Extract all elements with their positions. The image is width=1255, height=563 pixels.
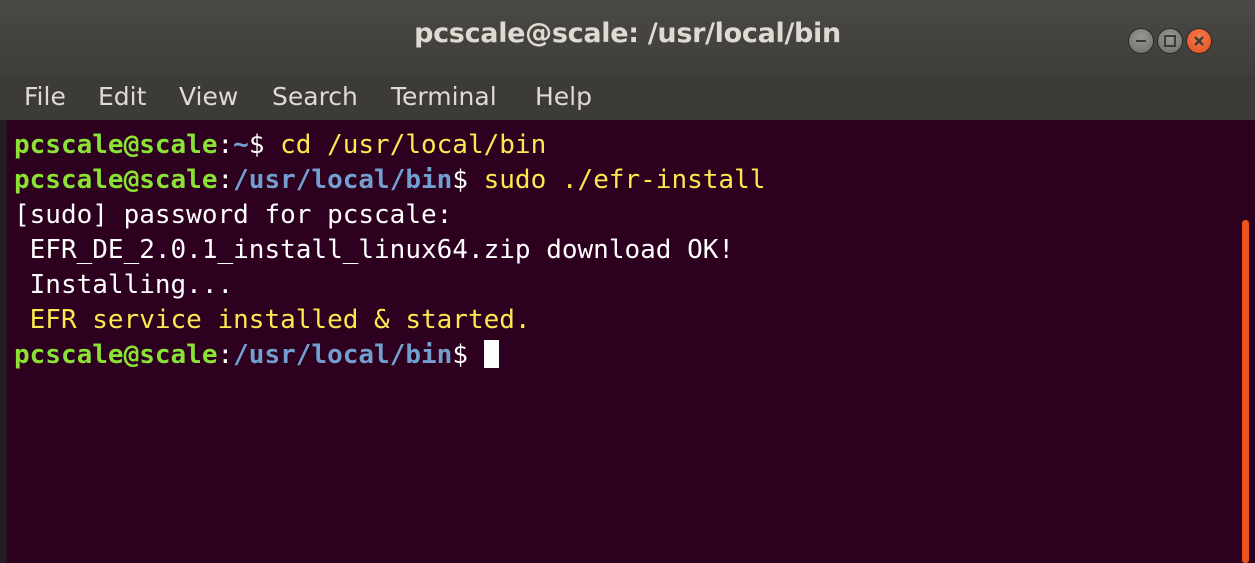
menu-view[interactable]: View — [179, 82, 238, 111]
output-line: [sudo] password for pcscale: — [14, 200, 453, 230]
output-line-success: EFR service installed & started. — [14, 305, 531, 335]
prompt-separator: : — [217, 165, 234, 195]
minimize-icon — [1136, 40, 1146, 42]
close-button[interactable] — [1186, 28, 1212, 54]
menu-file[interactable]: File — [24, 82, 66, 111]
prompt-separator: : — [217, 130, 234, 160]
prompt-user: pcscale@scale — [14, 130, 218, 160]
minimize-button[interactable] — [1128, 28, 1154, 54]
title-bar[interactable]: pcscale@scale: /usr/local/bin — [0, 0, 1255, 76]
terminal-output[interactable]: pcscale@scale:~$ cd /usr/local/bin pcsca… — [0, 120, 1255, 563]
window-title: pcscale@scale: /usr/local/bin — [414, 18, 841, 49]
terminal-line: pcscale@scale:/usr/local/bin$ — [14, 338, 499, 372]
close-icon — [1194, 36, 1204, 46]
prompt-user: pcscale@scale — [14, 165, 218, 195]
command-text: cd /usr/local/bin — [280, 130, 547, 160]
output-line: Installing... — [14, 270, 234, 300]
menu-bar: File Edit View Search Terminal Help — [0, 76, 1255, 120]
text-cursor — [483, 340, 499, 368]
menu-terminal[interactable]: Terminal — [391, 82, 497, 111]
prompt-path: ~ — [233, 130, 249, 160]
command-text: sudo ./efr-install — [483, 165, 766, 195]
prompt-dollar: $ — [248, 130, 281, 160]
menu-edit[interactable]: Edit — [98, 82, 146, 111]
output-line: EFR_DE_2.0.1_install_linux64.zip downloa… — [14, 235, 735, 265]
terminal-line: pcscale@scale:~$ cd /usr/local/bin — [14, 128, 546, 162]
terminal-window: pcscale@scale: /usr/local/bin File Edit … — [0, 0, 1255, 563]
scrollbar[interactable] — [1242, 220, 1249, 563]
prompt-dollar: $ — [452, 165, 484, 195]
window-border — [0, 120, 7, 563]
prompt-separator: : — [217, 340, 234, 370]
maximize-icon — [1164, 35, 1176, 47]
prompt-user: pcscale@scale — [14, 340, 218, 370]
menu-help[interactable]: Help — [535, 82, 592, 111]
terminal-line: pcscale@scale:/usr/local/bin$ sudo ./efr… — [14, 163, 765, 197]
prompt-dollar: $ — [452, 340, 484, 370]
prompt-path: /usr/local/bin — [233, 340, 453, 370]
menu-search[interactable]: Search — [272, 82, 358, 111]
prompt-path: /usr/local/bin — [233, 165, 453, 195]
maximize-button[interactable] — [1157, 28, 1183, 54]
